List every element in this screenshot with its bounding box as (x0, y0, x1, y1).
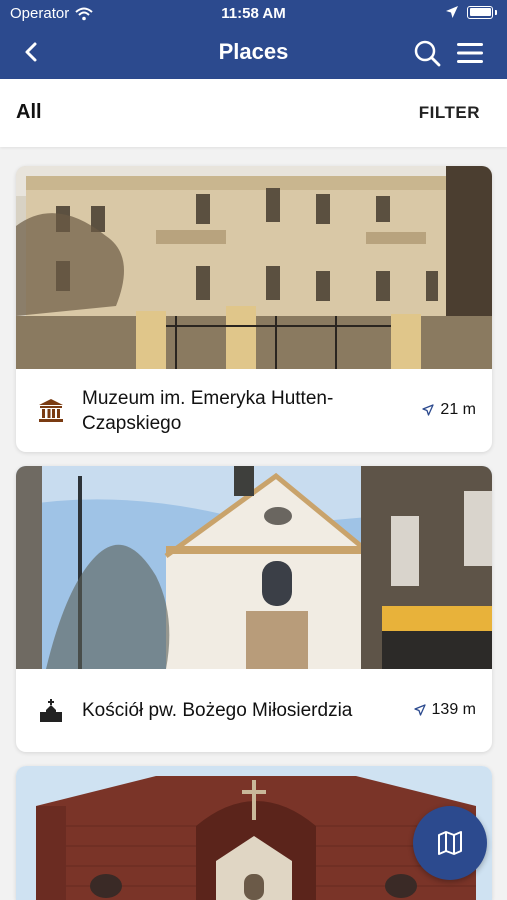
place-distance: 21 m (422, 401, 476, 419)
museum-icon (39, 399, 63, 422)
location-arrow-icon (446, 6, 458, 18)
top-bar: Operator 11:58 AM Places (0, 0, 507, 79)
place-photo (16, 166, 492, 369)
distance-value: 139 m (431, 701, 476, 718)
navigation-arrow-icon (413, 704, 426, 716)
filter-button[interactable]: FILTER (419, 103, 480, 123)
battery-tip (495, 9, 497, 15)
map-icon (438, 831, 462, 855)
place-card[interactable]: Kościół pw. Bożego Miłosierdzia 139 m (16, 466, 492, 752)
church-icon (40, 699, 62, 722)
map-view-button[interactable] (413, 806, 487, 880)
navigation-arrow-icon (422, 404, 435, 416)
status-right (445, 5, 497, 19)
distance-value: 21 m (440, 401, 476, 418)
filter-bar: All FILTER (0, 79, 507, 147)
place-info: Kościół pw. Bożego Miłosierdzia 139 m (16, 669, 492, 752)
nav-bar: Places (0, 28, 507, 79)
place-distance: 139 m (413, 701, 476, 719)
battery-icon (467, 5, 493, 19)
place-info: Muzeum im. Emeryka Hutten-Czapskiego 21 … (16, 369, 492, 452)
place-name: Kościół pw. Bożego Miłosierdzia (82, 700, 353, 721)
place-card[interactable]: Muzeum im. Emeryka Hutten-Czapskiego 21 … (16, 166, 492, 452)
status-bar: Operator 11:58 AM (0, 0, 507, 28)
category-scope-label[interactable]: All (16, 101, 42, 124)
clock: 11:58 AM (221, 5, 286, 22)
menu-icon[interactable] (455, 38, 485, 68)
search-icon[interactable] (412, 38, 442, 68)
place-name: Muzeum im. Emeryka Hutten-Czapskiego (82, 388, 334, 434)
place-photo (16, 466, 492, 669)
